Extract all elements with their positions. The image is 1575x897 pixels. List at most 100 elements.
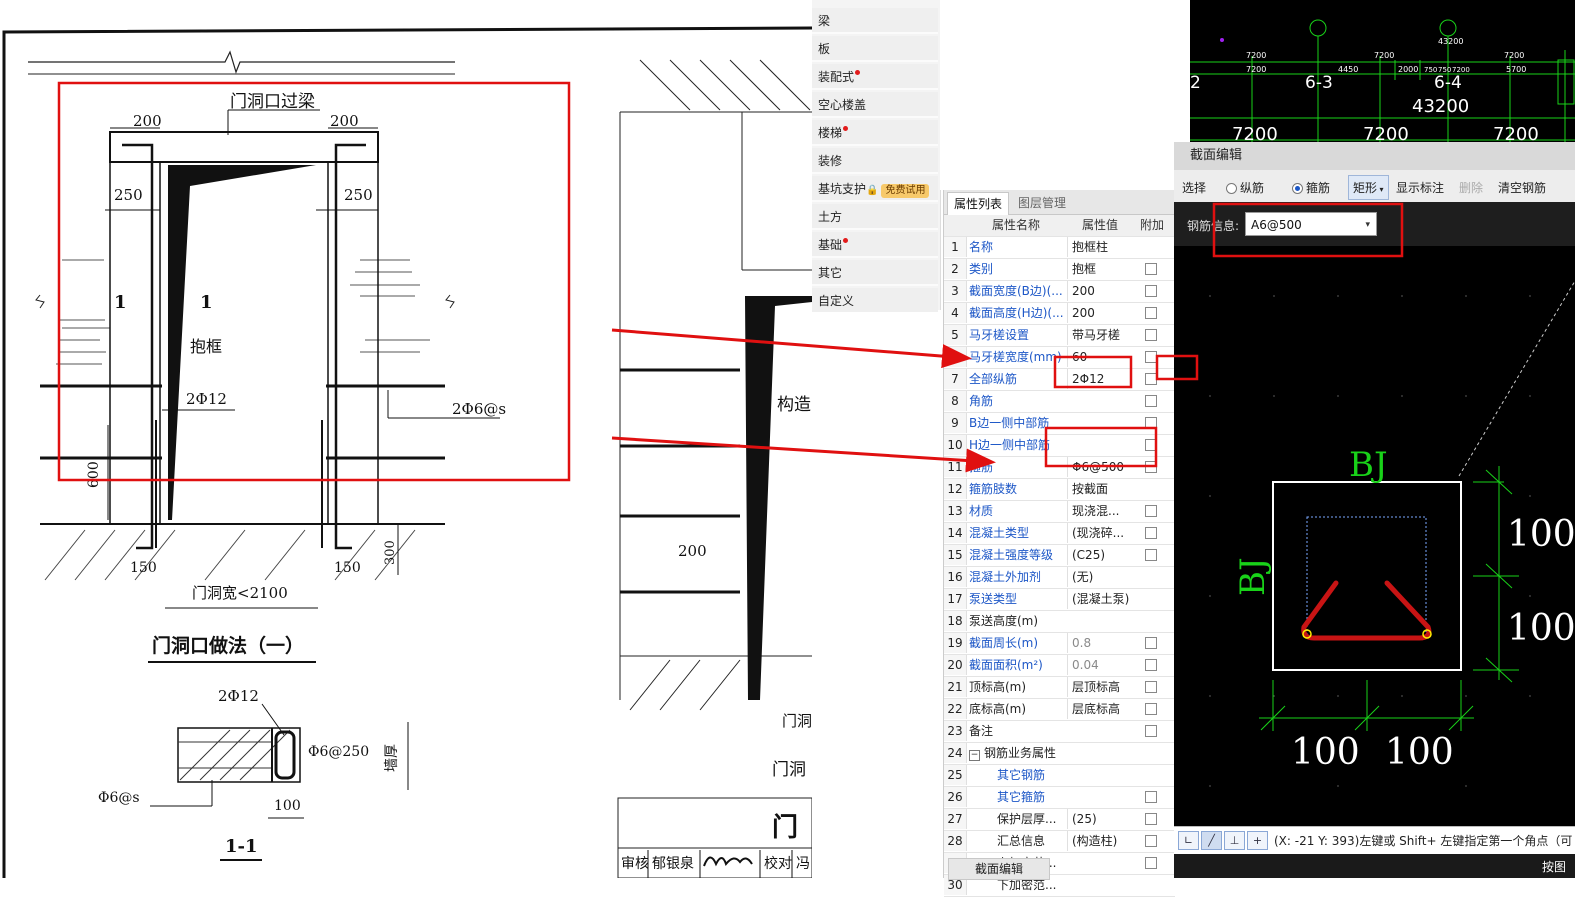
nav-item-slab[interactable]: 板 (812, 36, 938, 62)
property-row[interactable]: 4 截面高度(H边)(... 200 (944, 303, 1175, 325)
extra-checkbox[interactable] (1145, 329, 1157, 341)
shape-dropdown[interactable]: 矩形 ▾ (1348, 175, 1389, 200)
extra-checkbox[interactable] (1145, 549, 1157, 561)
property-value[interactable]: (混凝土泵) (1067, 589, 1133, 609)
property-row[interactable]: 10 H边一侧中部筋 (944, 435, 1175, 457)
extra-checkbox[interactable] (1145, 835, 1157, 847)
nav-item-decoration[interactable]: 装修 (812, 148, 938, 174)
property-row[interactable]: 26 其它箍筋 (944, 787, 1175, 809)
tab-property-list[interactable]: 属性列表 (947, 192, 1010, 215)
nav-item-beam[interactable]: 梁 (812, 8, 938, 34)
extra-checkbox[interactable] (1145, 659, 1157, 671)
property-row[interactable]: 17 泵送类型 (混凝土泵) (944, 589, 1175, 611)
nav-item-foundation[interactable]: 基础 (812, 232, 938, 258)
property-value[interactable]: (C25) (1067, 545, 1133, 565)
rebar-info-select[interactable]: A6@500 ▾ (1245, 212, 1377, 236)
property-value[interactable]: 2Φ12 (1067, 369, 1133, 389)
extra-checkbox[interactable] (1145, 351, 1157, 363)
property-row[interactable]: 7 全部纵筋 2Φ12 (944, 369, 1175, 391)
extra-checkbox[interactable] (1145, 285, 1157, 297)
property-row[interactable]: 12 箍筋肢数 按截面 (944, 479, 1175, 501)
nav-item-pit-support[interactable]: 基坑支护🔒 免费试用 (812, 176, 938, 202)
point-snap-icon[interactable]: + (1247, 831, 1268, 850)
property-row[interactable]: 3 截面宽度(B边)(... 200 (944, 281, 1175, 303)
property-row[interactable]: 11 箍筋 Φ6@500 (944, 457, 1175, 479)
radio-stirrup[interactable]: 箍筋 (1292, 179, 1330, 196)
extra-checkbox[interactable] (1145, 527, 1157, 539)
property-value[interactable]: 60 (1067, 347, 1133, 367)
tab-layer-management[interactable]: 图层管理 (1012, 192, 1072, 214)
property-row[interactable]: 20 截面面积(m²) 0.04 (944, 655, 1175, 677)
line-snap-icon[interactable]: ╱ (1201, 831, 1222, 850)
radio-longitudinal[interactable]: 纵筋 (1226, 179, 1264, 196)
property-row[interactable]: 25 其它钢筋 (944, 765, 1175, 787)
nav-item-hollow-floor[interactable]: 空心楼盖 (812, 92, 938, 118)
select-tool[interactable]: 选择 (1182, 179, 1206, 196)
collapse-icon[interactable]: − (969, 750, 980, 761)
delete-button[interactable]: 删除 (1459, 179, 1483, 196)
property-row[interactable]: 19 截面周长(m) 0.8 (944, 633, 1175, 655)
property-row[interactable]: 15 混凝土强度等级 (C25) (944, 545, 1175, 567)
axis-total-small: 43200 (1438, 37, 1463, 46)
extra-checkbox[interactable] (1145, 373, 1157, 385)
property-value[interactable]: 200 (1067, 281, 1133, 301)
property-row[interactable]: 1 名称 抱框柱 (944, 237, 1175, 259)
property-row[interactable]: 23 备注 (944, 721, 1175, 743)
property-row[interactable]: 2 类别 抱框 (944, 259, 1175, 281)
perpendicular-icon[interactable]: ⊥ (1224, 831, 1245, 850)
nav-item-prefab[interactable]: 装配式 (812, 64, 938, 90)
property-row[interactable]: 9 B边一侧中部筋 (944, 413, 1175, 435)
property-value[interactable]: Φ6@500 (1067, 457, 1133, 477)
extra-checkbox[interactable] (1145, 505, 1157, 517)
extra-checkbox[interactable] (1145, 703, 1157, 715)
property-row[interactable]: 8 角筋 (944, 391, 1175, 413)
extra-checkbox[interactable] (1145, 857, 1157, 869)
extra-checkbox[interactable] (1145, 681, 1157, 693)
property-value[interactable]: 0.8 (1067, 633, 1133, 653)
property-row[interactable]: 22 底标高(m) 层底标高 (944, 699, 1175, 721)
property-value[interactable]: (构造柱) (1067, 831, 1133, 851)
property-row[interactable]: 14 混凝土类型 (现浇碎... (944, 523, 1175, 545)
property-value[interactable]: 0.04 (1067, 655, 1133, 675)
extra-checkbox[interactable] (1145, 791, 1157, 803)
extra-checkbox[interactable] (1145, 307, 1157, 319)
extra-checkbox[interactable] (1145, 725, 1157, 737)
nav-item-stair[interactable]: 楼梯 (812, 120, 938, 146)
property-value[interactable]: 抱框柱 (1067, 237, 1133, 257)
property-row[interactable]: 21 顶标高(m) 层顶标高 (944, 677, 1175, 699)
property-row[interactable]: 16 混凝土外加剂 (无) (944, 567, 1175, 589)
property-value[interactable]: (现浇碎... (1067, 523, 1133, 543)
extra-checkbox[interactable] (1145, 263, 1157, 275)
nav-item-custom[interactable]: 自定义 (812, 288, 938, 314)
property-value[interactable]: (无) (1067, 567, 1133, 587)
nav-item-other[interactable]: 其它 (812, 260, 938, 286)
property-value[interactable]: (25) (1067, 809, 1133, 829)
show-label-button[interactable]: 显示标注 (1396, 179, 1444, 196)
property-row[interactable]: 24− 钢筋业务属性 (944, 743, 1175, 765)
ortho-toggle-icon[interactable]: ∟ (1178, 831, 1199, 850)
property-value[interactable]: 层底标高 (1067, 699, 1133, 719)
property-value[interactable]: 200 (1067, 303, 1133, 323)
extra-checkbox[interactable] (1145, 395, 1157, 407)
extra-checkbox[interactable] (1145, 439, 1157, 451)
section-canvas[interactable]: BJ BJ 100 100 100 100 (1174, 246, 1575, 826)
section-edit-button[interactable]: 截面编辑 (948, 858, 1050, 880)
property-row[interactable]: 18 泵送高度(m) (944, 611, 1175, 633)
property-row[interactable]: 6 马牙槎宽度(mm) 60 (944, 347, 1175, 369)
extra-checkbox[interactable] (1145, 637, 1157, 649)
clear-rebar-button[interactable]: 清空钢筋 (1498, 179, 1546, 196)
property-row[interactable]: 5 马牙槎设置 带马牙槎 (944, 325, 1175, 347)
extra-checkbox[interactable] (1145, 417, 1157, 429)
extra-checkbox[interactable] (1145, 461, 1157, 473)
property-value[interactable]: 抱框 (1067, 259, 1133, 279)
property-value[interactable]: 按截面 (1067, 479, 1133, 499)
property-value[interactable]: 现浇混... (1067, 501, 1133, 521)
property-row[interactable]: 27 保护层厚... (25) (944, 809, 1175, 831)
nav-item-earthwork[interactable]: 土方 (812, 204, 938, 230)
extra-checkbox[interactable] (1145, 813, 1157, 825)
property-value[interactable]: 带马牙槎 (1067, 325, 1133, 345)
property-value[interactable]: 层顶标高 (1067, 677, 1133, 697)
property-row[interactable]: 28 汇总信息 (构造柱) (944, 831, 1175, 853)
cad-plan-view[interactable]: 7200 7200 7200 7200 4450 2000 750 750 72… (1190, 0, 1575, 145)
property-row[interactable]: 13 材质 现浇混... (944, 501, 1175, 523)
